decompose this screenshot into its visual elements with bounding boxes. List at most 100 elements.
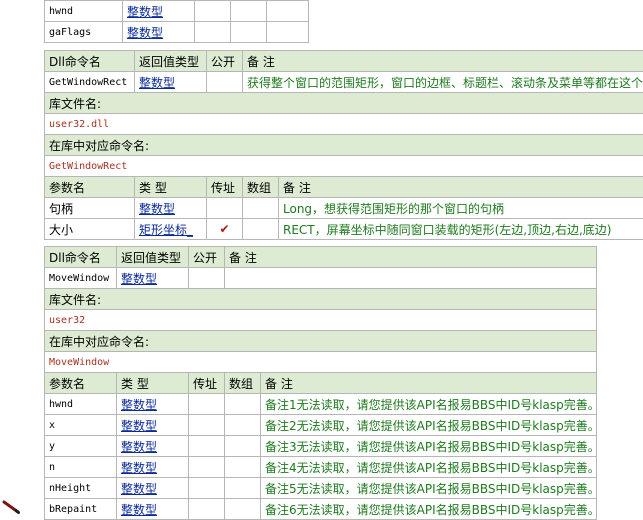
param-name[interactable]: x bbox=[45, 415, 117, 436]
param-name[interactable]: y bbox=[45, 436, 117, 457]
param-type-link[interactable]: 矩形坐标_ bbox=[135, 219, 207, 240]
param-name: gaFlags bbox=[45, 22, 123, 43]
dll-header-row: Dll命令名 返回值类型 公开 备 注 bbox=[45, 247, 597, 268]
lib-cmd-label-row: 在库中对应命令名: bbox=[45, 135, 643, 156]
param-note bbox=[267, 1, 309, 22]
param-type-link[interactable]: 整数型 bbox=[117, 499, 189, 520]
dll-note[interactable]: 获得整个窗口的范围矩形，窗口的边框、标题栏、滚动条及菜单等都在这个 bbox=[243, 72, 643, 93]
lib-cmd-value-row: GetWindowRect bbox=[45, 156, 643, 177]
param-row: gaFlags 整数型 bbox=[45, 22, 309, 43]
param-ref[interactable] bbox=[189, 478, 225, 499]
param-array[interactable] bbox=[225, 394, 261, 415]
param-array[interactable] bbox=[225, 478, 261, 499]
dll-command-table-getwindowrect: Dll命令名 返回值类型 公开 备 注 GetWindowRect 整数型 获得… bbox=[44, 50, 643, 177]
param-name-header: 参数名 bbox=[45, 373, 117, 394]
param-note[interactable]: 备注3无法读取，请您提供该API名报易BBS中ID号klasp完善。 bbox=[261, 436, 597, 457]
param-ref[interactable] bbox=[207, 198, 243, 219]
return-type-header: 返回值类型 bbox=[135, 51, 207, 72]
param-type-link[interactable]: 整数型 bbox=[117, 478, 189, 499]
lib-file-label: 库文件名: bbox=[45, 93, 643, 114]
params-header-row: 参数名 类 型 传址 数组 备 注 bbox=[45, 177, 643, 198]
public-value[interactable] bbox=[207, 72, 243, 93]
param-note[interactable]: 备注2无法读取，请您提供该API名报易BBS中ID号klasp完善。 bbox=[261, 415, 597, 436]
lib-cmd-label: 在库中对应命令名: bbox=[45, 135, 643, 156]
param-name[interactable]: nHeight bbox=[45, 478, 117, 499]
param-array[interactable] bbox=[225, 457, 261, 478]
param-type-link[interactable]: 整数型 bbox=[117, 457, 189, 478]
param-name[interactable]: bRepaint bbox=[45, 499, 117, 520]
param-array[interactable] bbox=[225, 499, 261, 520]
lib-file-label: 库文件名: bbox=[45, 289, 597, 310]
param-name[interactable]: hwnd bbox=[45, 394, 117, 415]
param-array[interactable] bbox=[243, 198, 279, 219]
dll-info-row: GetWindowRect 整数型 获得整个窗口的范围矩形，窗口的边框、标题栏、… bbox=[45, 72, 643, 93]
param-ref-checkmark[interactable]: ✔ bbox=[207, 219, 243, 240]
lib-value-row: user32.dll bbox=[45, 114, 643, 135]
lib-cmd-value[interactable]: MoveWindow bbox=[45, 352, 597, 373]
param-array[interactable] bbox=[225, 415, 261, 436]
param-type-link[interactable]: 整数型 bbox=[135, 198, 207, 219]
param-name[interactable]: 大小 bbox=[45, 219, 135, 240]
param-note-header: 备 注 bbox=[261, 373, 597, 394]
public-header: 公开 bbox=[207, 51, 243, 72]
lib-value-row: user32 bbox=[45, 310, 597, 331]
param-ref[interactable] bbox=[189, 457, 225, 478]
param-type-header: 类 型 bbox=[135, 177, 207, 198]
param-ref bbox=[195, 1, 231, 22]
dll-name[interactable]: MoveWindow bbox=[45, 268, 117, 289]
param-row: nHeight 整数型 备注5无法读取，请您提供该API名报易BBS中ID号kl… bbox=[45, 478, 597, 499]
param-row: hwnd 整数型 备注1无法读取，请您提供该API名报易BBS中ID号klasp… bbox=[45, 394, 597, 415]
param-ref bbox=[195, 22, 231, 43]
param-ref[interactable] bbox=[189, 394, 225, 415]
param-note[interactable]: 备注6无法读取，请您提供该API名报易BBS中ID号klasp完善。 bbox=[261, 499, 597, 520]
param-ref-header: 传址 bbox=[189, 373, 225, 394]
dll-name-header: Dll命令名 bbox=[45, 247, 117, 268]
return-type-link[interactable]: 整数型 bbox=[135, 72, 207, 93]
return-type-header: 返回值类型 bbox=[117, 247, 189, 268]
param-row: 句柄 整数型 Long，想获得范围矩形的那个窗口的句柄 bbox=[45, 198, 643, 219]
param-array bbox=[231, 1, 267, 22]
note-header: 备 注 bbox=[243, 51, 643, 72]
lib-label-row: 库文件名: bbox=[45, 289, 597, 310]
dll-info-row: MoveWindow 整数型 bbox=[45, 268, 597, 289]
lib-cmd-value[interactable]: GetWindowRect bbox=[45, 156, 643, 177]
params-table-movewindow: 参数名 类 型 传址 数组 备 注 hwnd 整数型 备注1无法读取，请您提供该… bbox=[44, 372, 597, 520]
param-note[interactable]: Long，想获得范围矩形的那个窗口的句柄 bbox=[279, 198, 643, 219]
params-table-getwindowrect: 参数名 类 型 传址 数组 备 注 句柄 整数型 Long，想获得范围矩形的那个… bbox=[44, 176, 643, 240]
top-params-table: hwnd 整数型 gaFlags 整数型 bbox=[44, 0, 309, 43]
public-value[interactable] bbox=[189, 268, 225, 289]
param-array-header: 数组 bbox=[243, 177, 279, 198]
lib-cmd-label-row: 在库中对应命令名: bbox=[45, 331, 597, 352]
lib-cmd-label: 在库中对应命令名: bbox=[45, 331, 597, 352]
dll-name[interactable]: GetWindowRect bbox=[45, 72, 135, 93]
dll-note[interactable] bbox=[225, 268, 597, 289]
param-row: n 整数型 备注4无法读取，请您提供该API名报易BBS中ID号klasp完善。 bbox=[45, 457, 597, 478]
param-note bbox=[267, 22, 309, 43]
param-array-header: 数组 bbox=[225, 373, 261, 394]
pencil-icon bbox=[2, 500, 20, 514]
param-name-header: 参数名 bbox=[45, 177, 135, 198]
lib-label-row: 库文件名: bbox=[45, 93, 643, 114]
param-type-header: 类 型 bbox=[117, 373, 189, 394]
param-ref[interactable] bbox=[189, 436, 225, 457]
param-array[interactable] bbox=[243, 219, 279, 240]
param-ref[interactable] bbox=[189, 415, 225, 436]
param-name[interactable]: 句柄 bbox=[45, 198, 135, 219]
param-type-link[interactable]: 整数型 bbox=[117, 394, 189, 415]
param-note[interactable]: 备注4无法读取，请您提供该API名报易BBS中ID号klasp完善。 bbox=[261, 457, 597, 478]
param-type-link[interactable]: 整数型 bbox=[123, 22, 195, 43]
return-type-link[interactable]: 整数型 bbox=[117, 268, 189, 289]
param-type-link[interactable]: 整数型 bbox=[123, 1, 195, 22]
param-type-link[interactable]: 整数型 bbox=[117, 415, 189, 436]
param-note[interactable]: RECT，屏幕坐标中随同窗口装载的矩形(左边,顶边,右边,底边) bbox=[279, 219, 643, 240]
param-note[interactable]: 备注5无法读取，请您提供该API名报易BBS中ID号klasp完善。 bbox=[261, 478, 597, 499]
param-array[interactable] bbox=[225, 436, 261, 457]
param-name[interactable]: n bbox=[45, 457, 117, 478]
lib-file-value[interactable]: user32.dll bbox=[45, 114, 643, 135]
param-note[interactable]: 备注1无法读取，请您提供该API名报易BBS中ID号klasp完善。 bbox=[261, 394, 597, 415]
lib-file-value[interactable]: user32 bbox=[45, 310, 597, 331]
param-ref[interactable] bbox=[189, 499, 225, 520]
dll-command-table-movewindow: Dll命令名 返回值类型 公开 备 注 MoveWindow 整数型 库文件名:… bbox=[44, 246, 597, 373]
param-type-link[interactable]: 整数型 bbox=[117, 436, 189, 457]
param-row: x 整数型 备注2无法读取，请您提供该API名报易BBS中ID号klasp完善。 bbox=[45, 415, 597, 436]
